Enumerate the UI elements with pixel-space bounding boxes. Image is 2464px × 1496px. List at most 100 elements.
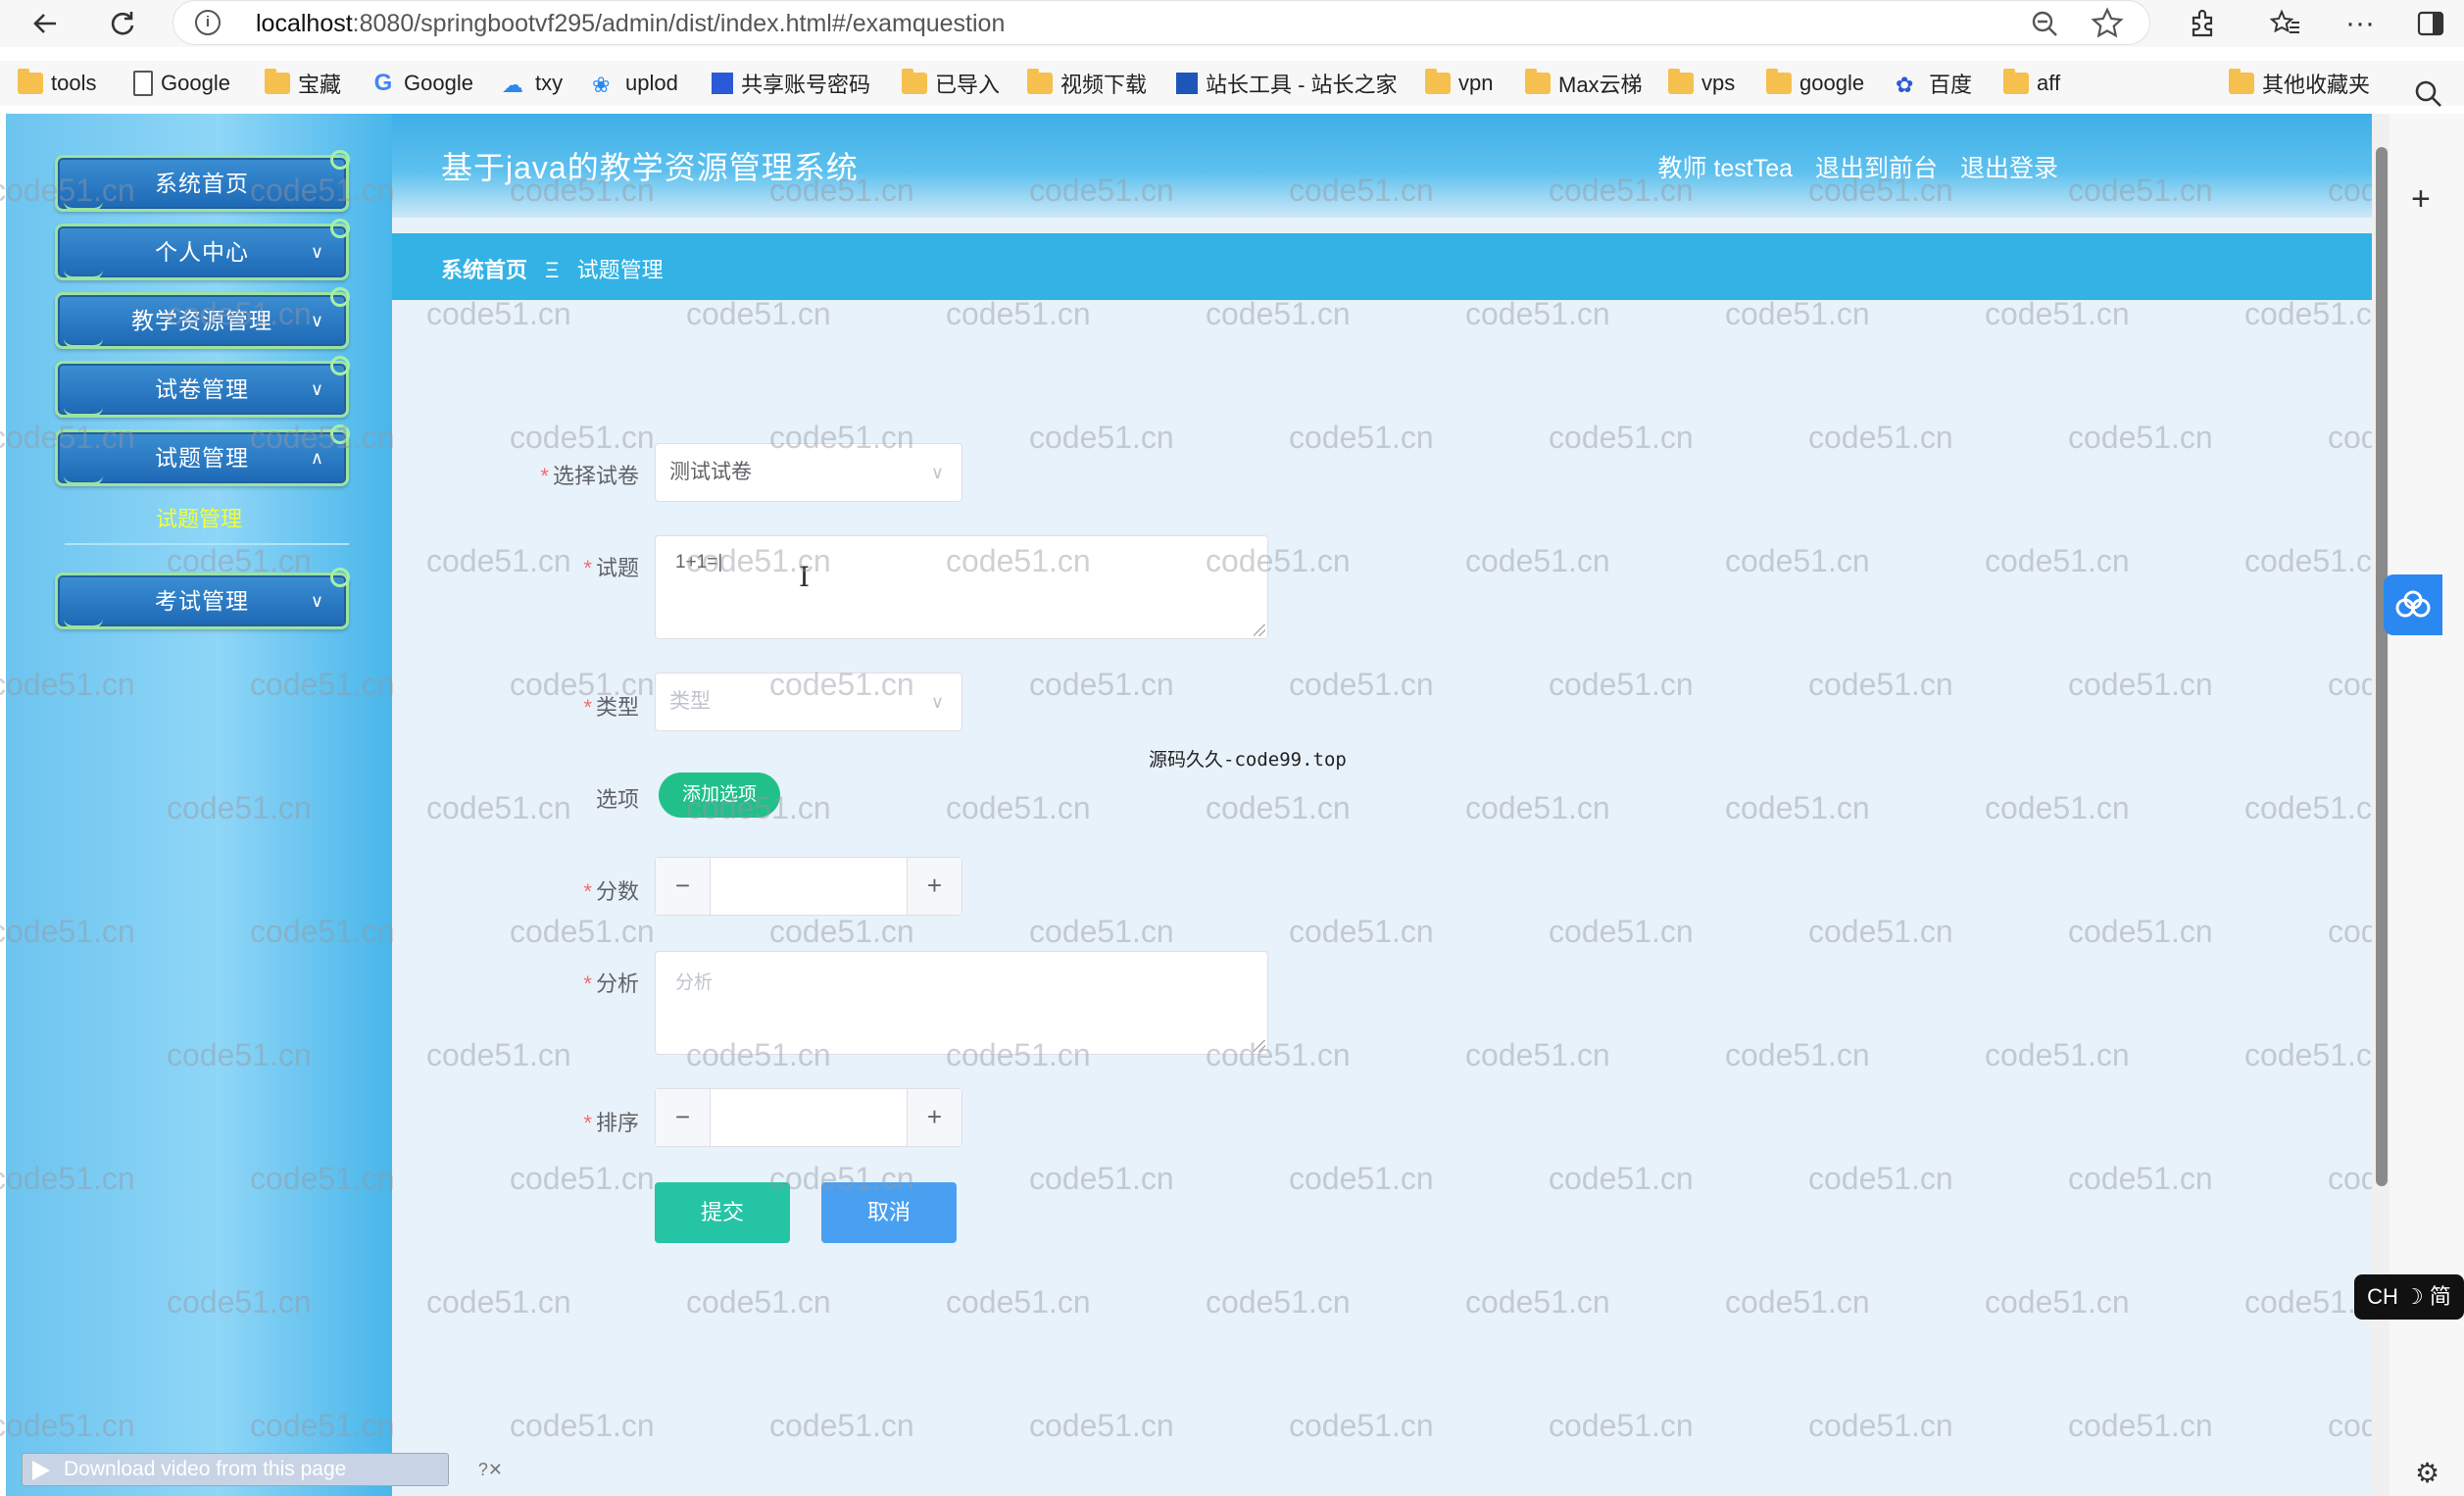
more-icon[interactable]: ··· [2341,4,2380,43]
ornament [330,287,350,307]
download-video-bar[interactable]: Download video from this page ?✕ [22,1453,503,1486]
score-label: * 分数 [583,879,639,904]
app-title: 基于java的教学资源管理系统 [441,150,859,185]
bookmark-item[interactable]: ☁ txy [502,69,563,98]
app-frame: 系统首页 个人中心 ∨ 教学资源管理 ∨ 试卷管理 ∨ 试题管理 ∧ 试题管理 … [6,114,2372,1496]
folder-icon [1425,69,1451,94]
submit-button[interactable]: 提交 [655,1182,790,1243]
folder-icon [1525,69,1551,94]
extensions-icon[interactable] [2182,4,2221,43]
sidebar-item-label: 试题管理 [155,445,249,471]
info-icon[interactable]: i [195,10,221,35]
key-icon [712,73,733,94]
help-close-icons[interactable]: ?✕ [478,1454,503,1485]
bookmark-item[interactable]: 视频下载 [1027,69,1147,98]
chevron-down-icon: ∨ [310,379,324,399]
resize-handle[interactable] [1254,624,1265,636]
sidebar-item-label: 个人中心 [155,239,249,265]
plus-icon[interactable]: + [907,1089,961,1146]
minus-icon[interactable]: − [656,858,711,915]
sidebar-item-home[interactable]: 系统首页 [55,150,350,212]
sidebar-item-label: 考试管理 [155,588,249,614]
folder-icon [18,69,43,94]
bookmark-item[interactable]: ❀ uplod [592,69,678,98]
bookmark-item[interactable]: vpn [1425,69,1493,98]
folder-icon [1027,69,1053,94]
text-cursor-icon: I [799,561,811,593]
folder-icon [902,69,927,94]
bookmark-item[interactable]: Google [133,69,230,98]
url-text[interactable]: localhost:8080/springbootvf295/admin/dis… [256,10,1005,38]
reload-icon[interactable] [102,4,141,43]
sort-stepper[interactable]: − + [655,1088,962,1147]
bookmark-item[interactable]: G Google [370,69,473,98]
favorites-icon[interactable] [2266,4,2305,43]
ornament [330,568,350,587]
current-user: 教师 testTea [1657,155,1794,182]
resize-handle[interactable] [1254,1040,1265,1052]
ime-indicator[interactable]: CH ☽ 简 [2354,1274,2464,1320]
bookmark-item[interactable]: ✿ 百度 [1896,69,1972,98]
sort-label: * 排序 [583,1111,639,1135]
chevron-down-icon: ∨ [310,311,324,330]
sidebar-item-exams[interactable]: 考试管理 ∨ [55,568,350,629]
chevron-down-icon: ∨ [930,463,944,482]
logout-link[interactable]: 退出登录 [1960,155,2058,182]
question-label: * 试题 [583,556,639,580]
sidebar-item-label: 试卷管理 [155,376,249,402]
bookmark-item[interactable]: 宝藏 [265,69,341,98]
chinaz-icon [1176,73,1198,94]
star-icon[interactable] [2091,7,2124,45]
scrollbar-thumb[interactable] [2376,147,2388,1186]
cancel-button[interactable]: 取消 [821,1182,957,1243]
sidebar-item-resources[interactable]: 教学资源管理 ∨ [55,287,350,349]
bookmark-item[interactable]: google [1766,69,1864,98]
ornament [64,338,103,348]
gear-icon[interactable]: ⚙ [2415,1457,2439,1489]
sidebar-item-label: 教学资源管理 [131,308,272,333]
analysis-textarea[interactable]: 分析 [655,951,1268,1055]
bookmark-item[interactable]: vps [1668,69,1735,98]
to-front-link[interactable]: 退出到前台 [1815,155,1938,182]
ornament [330,356,350,375]
chevron-down-icon: ∨ [930,692,944,712]
minus-icon[interactable]: − [656,1089,711,1146]
ornament [64,201,103,211]
sidebar-item-profile[interactable]: 个人中心 ∨ [55,219,350,280]
bookmark-item[interactable]: aff [2003,69,2060,98]
bookmark-item[interactable]: Max云梯 [1525,69,1643,98]
sidebar-item-label: 系统首页 [155,171,249,196]
bookmark-item[interactable]: tools [18,69,96,98]
google-icon: G [373,70,393,96]
folder-icon [265,69,290,94]
bookmark-other[interactable]: 其他收藏夹 [2229,69,2370,98]
ornament [330,219,350,238]
bookmark-item[interactable]: 共享账号密码 [712,69,870,98]
back-icon[interactable] [25,4,65,43]
plus-icon[interactable]: + [907,858,961,915]
bookmark-item[interactable]: 站长工具 - 站长之家 [1176,69,1398,98]
header-links: 教师 testTea 退出到前台 退出登录 [1643,149,2059,184]
breadcrumb-home[interactable]: 系统首页 [441,258,527,282]
sidebar-item-questions[interactable]: 试题管理 ∧ [55,424,350,486]
cloud-icon[interactable] [2384,574,2442,635]
chevron-up-icon: ∧ [310,448,324,468]
address-bar[interactable]: i localhost:8080/springbootvf295/admin/d… [172,0,2150,45]
ornament [64,270,103,279]
type-select[interactable]: 类型 ∨ [655,673,962,731]
question-textarea[interactable]: 1+1=| [655,535,1268,639]
sidebar-icon[interactable] [2411,4,2450,43]
add-option-button[interactable]: 添加选项 [659,773,780,818]
plus-icon[interactable]: + [2411,180,2431,219]
sidebar-subitem-questions[interactable]: 试题管理 [6,502,392,533]
score-stepper[interactable]: − + [655,857,962,916]
breadcrumb: 系统首页 Ξ 试题管理 [392,233,2372,300]
bookmark-item[interactable]: 已导入 [902,69,1000,98]
search-icon[interactable] [2413,78,2444,115]
ornament [330,424,350,444]
sidebar-item-papers[interactable]: 试卷管理 ∨ [55,356,350,418]
zoom-out-icon[interactable] [2030,9,2059,43]
paper-select-value: 测试试卷 [669,461,752,483]
play-icon [32,1461,50,1480]
paper-select[interactable]: 测试试卷 ∨ [655,443,962,502]
